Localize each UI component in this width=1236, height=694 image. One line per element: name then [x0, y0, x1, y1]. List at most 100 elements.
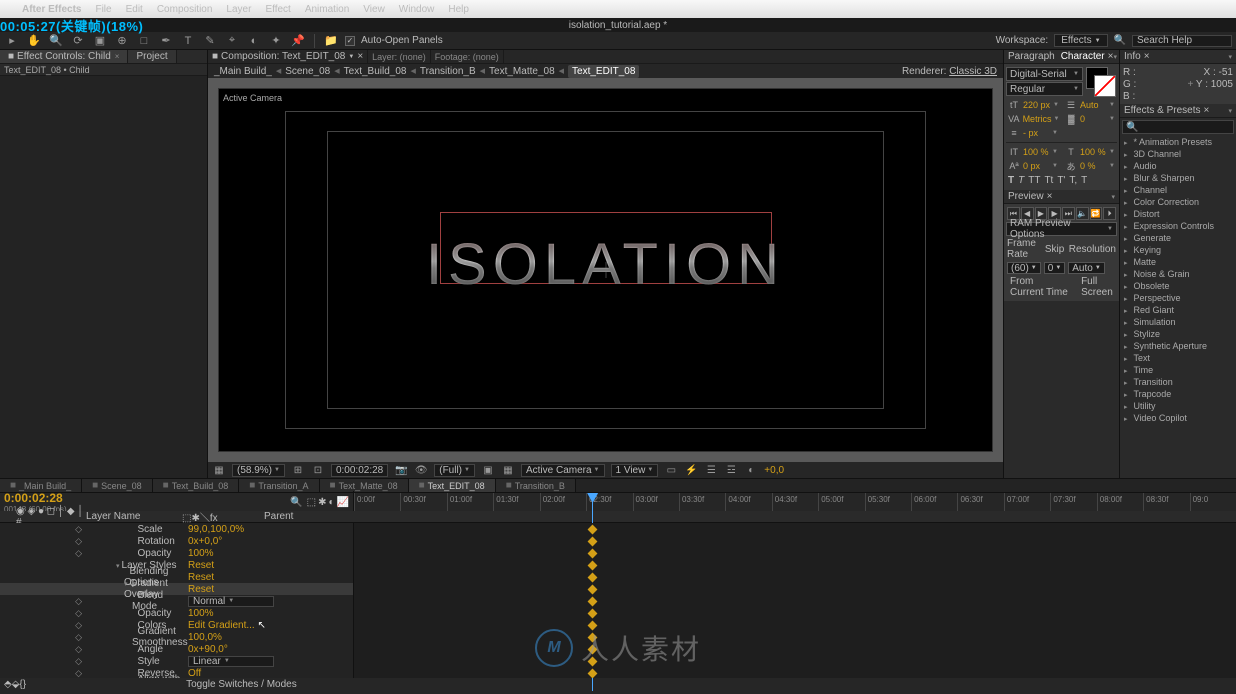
preview-res-dropdown[interactable]: Auto▼	[1068, 262, 1105, 274]
menu-file[interactable]: File	[95, 4, 111, 15]
effects-category[interactable]: Red Giant	[1120, 304, 1236, 316]
selection-tool-icon[interactable]: ▸	[4, 34, 20, 48]
property-name[interactable]: ▾Style	[84, 656, 188, 667]
exposure-value[interactable]: +0,0	[764, 465, 784, 476]
search-help-input[interactable]: Search Help	[1132, 35, 1232, 47]
superscript-button[interactable]: T'	[1057, 175, 1065, 186]
keyframe-icon[interactable]	[588, 645, 598, 655]
property-value[interactable]: Edit Gradient... ↖	[188, 620, 274, 631]
keyframe-icon[interactable]	[588, 609, 598, 619]
property-value[interactable]: Reset	[188, 572, 274, 583]
project-tab[interactable]: Project	[128, 50, 176, 63]
pixel-aspect-icon[interactable]: ▭	[664, 464, 678, 477]
keyframe-icon[interactable]	[588, 549, 598, 559]
property-name[interactable]: ▾Rotation	[84, 536, 188, 547]
composition-tab[interactable]: ■Composition: Text_EDIT_08▼×	[208, 50, 368, 63]
allcaps-button[interactable]: TT	[1028, 175, 1040, 186]
property-value[interactable]: 0x+90,0°	[188, 644, 274, 655]
menu-effect[interactable]: Effect	[265, 4, 290, 15]
leading-input[interactable]: Auto	[1080, 100, 1106, 110]
3dview-dropdown[interactable]: Active Camera▼	[521, 464, 605, 477]
keyframe-icon[interactable]	[588, 585, 598, 595]
graph-editor-icon[interactable]: 📈	[337, 497, 349, 508]
keyframe-track[interactable]	[354, 535, 1236, 547]
keyframe-track[interactable]	[354, 595, 1236, 607]
brush-tool-icon[interactable]: ✎	[202, 34, 218, 48]
effect-controls-tab[interactable]: ■Effect Controls: Child×	[0, 50, 128, 63]
character-tab[interactable]: Character	[1061, 51, 1105, 62]
timeline-property-row[interactable]: ◇▾Angle0x+90,0°	[0, 643, 353, 655]
font-family-dropdown[interactable]: Digital-Serial▼	[1006, 67, 1083, 81]
resolution-dropdown[interactable]: (Full)▼	[434, 464, 475, 477]
effects-category[interactable]: Synthetic Aperture	[1120, 340, 1236, 352]
effects-category[interactable]: Channel	[1120, 184, 1236, 196]
subscript-button[interactable]: T,	[1069, 175, 1077, 186]
effects-category[interactable]: Utility	[1120, 400, 1236, 412]
keyframe-track[interactable]	[354, 559, 1236, 571]
font-style-dropdown[interactable]: Regular▼	[1006, 82, 1083, 96]
toggle-switches-icon[interactable]: {}	[19, 679, 26, 690]
effects-category[interactable]: Text	[1120, 352, 1236, 364]
fast-preview-icon[interactable]: ⚡	[684, 464, 698, 477]
keyframe-icon[interactable]	[588, 669, 598, 678]
timeline-property-row[interactable]: ◇▾Opacity100%	[0, 547, 353, 559]
effects-category[interactable]: Noise & Grain	[1120, 268, 1236, 280]
toggle-switches-modes-button[interactable]: Toggle Switches / Modes	[186, 679, 297, 690]
effects-search-input[interactable]: 🔍	[1122, 120, 1234, 134]
effects-category[interactable]: Simulation	[1120, 316, 1236, 328]
keyframe-track[interactable]	[354, 607, 1236, 619]
stroke-width-input[interactable]: - px	[1023, 128, 1049, 138]
effects-category[interactable]: Generate	[1120, 232, 1236, 244]
effects-category[interactable]: Perspective	[1120, 292, 1236, 304]
keyframe-track[interactable]	[354, 583, 1236, 595]
keyframe-icon[interactable]	[588, 525, 598, 535]
show-snapshot-icon[interactable]: 👁	[414, 464, 428, 477]
motionblur-icon[interactable]: ◐	[329, 497, 335, 508]
keyframe-icon[interactable]	[588, 573, 598, 583]
snapshot-icon[interactable]: 📷	[394, 464, 408, 477]
effects-category[interactable]: Stylize	[1120, 328, 1236, 340]
menu-help[interactable]: Help	[448, 4, 469, 15]
bc-item[interactable]: Transition_B	[420, 66, 476, 77]
preview-time-display[interactable]: 0:00:02:28	[331, 464, 388, 477]
property-value[interactable]: 100%	[188, 608, 274, 619]
keyframe-track[interactable]	[354, 643, 1236, 655]
property-value[interactable]: Normal▼	[188, 596, 274, 607]
effects-category[interactable]: Color Correction	[1120, 196, 1236, 208]
rotate-tool-icon[interactable]: ⟳	[70, 34, 86, 48]
puppet-tool-icon[interactable]: 📌	[290, 34, 306, 48]
shy-toggle-icon[interactable]: ⬚	[307, 497, 316, 508]
property-name[interactable]: ▾Opacity	[84, 548, 188, 559]
roi-icon[interactable]: ▣	[481, 464, 495, 477]
effects-category[interactable]: 3D Channel	[1120, 148, 1236, 160]
property-value[interactable]: 100%	[188, 548, 274, 559]
effects-presets-tab[interactable]: Effects & Presets×▾	[1120, 104, 1236, 118]
property-value[interactable]: 0x+0,0°	[188, 536, 274, 547]
preview-panel-tab[interactable]: Preview×▾	[1004, 190, 1119, 204]
toggle-switches-icon[interactable]: ⬘	[4, 679, 12, 690]
keyframe-icon[interactable]	[588, 597, 598, 607]
keyframe-track[interactable]	[354, 631, 1236, 643]
magnification-dropdown[interactable]: (58.9%)▼	[232, 464, 285, 477]
hscale-input[interactable]: 100 %	[1080, 147, 1106, 157]
transparency-icon[interactable]: ▦	[501, 464, 515, 477]
zoom-tool-icon[interactable]: 🔍	[48, 34, 64, 48]
workspace-dropdown[interactable]: Effects▼	[1054, 34, 1107, 47]
keyframe-track[interactable]	[354, 571, 1236, 583]
vscale-input[interactable]: 100 %	[1023, 147, 1049, 157]
property-name[interactable]: ▾Opacity	[84, 608, 188, 619]
timeline-comp-tab[interactable]: ■Transition_B	[496, 479, 576, 492]
comp-flow-icon[interactable]: ☲	[724, 464, 738, 477]
hand-tool-icon[interactable]: ✋	[26, 34, 42, 48]
bc-item[interactable]: Text_Matte_08	[489, 66, 555, 77]
effects-category[interactable]: Audio	[1120, 160, 1236, 172]
layer-panel-tab[interactable]: Layer: (none)	[368, 50, 431, 63]
tsume-input[interactable]: 0 %	[1080, 161, 1106, 171]
keyframe-icon[interactable]	[588, 657, 598, 667]
roto-tool-icon[interactable]: ✦	[268, 34, 284, 48]
keyframe-track[interactable]	[354, 547, 1236, 559]
timeline-property-row[interactable]: ◇▾Opacity100%	[0, 607, 353, 619]
property-value[interactable]: 99,0,100,0%	[188, 524, 274, 535]
search-layers-icon[interactable]: 🔍	[290, 497, 302, 508]
keyframe-track[interactable]	[354, 619, 1236, 631]
